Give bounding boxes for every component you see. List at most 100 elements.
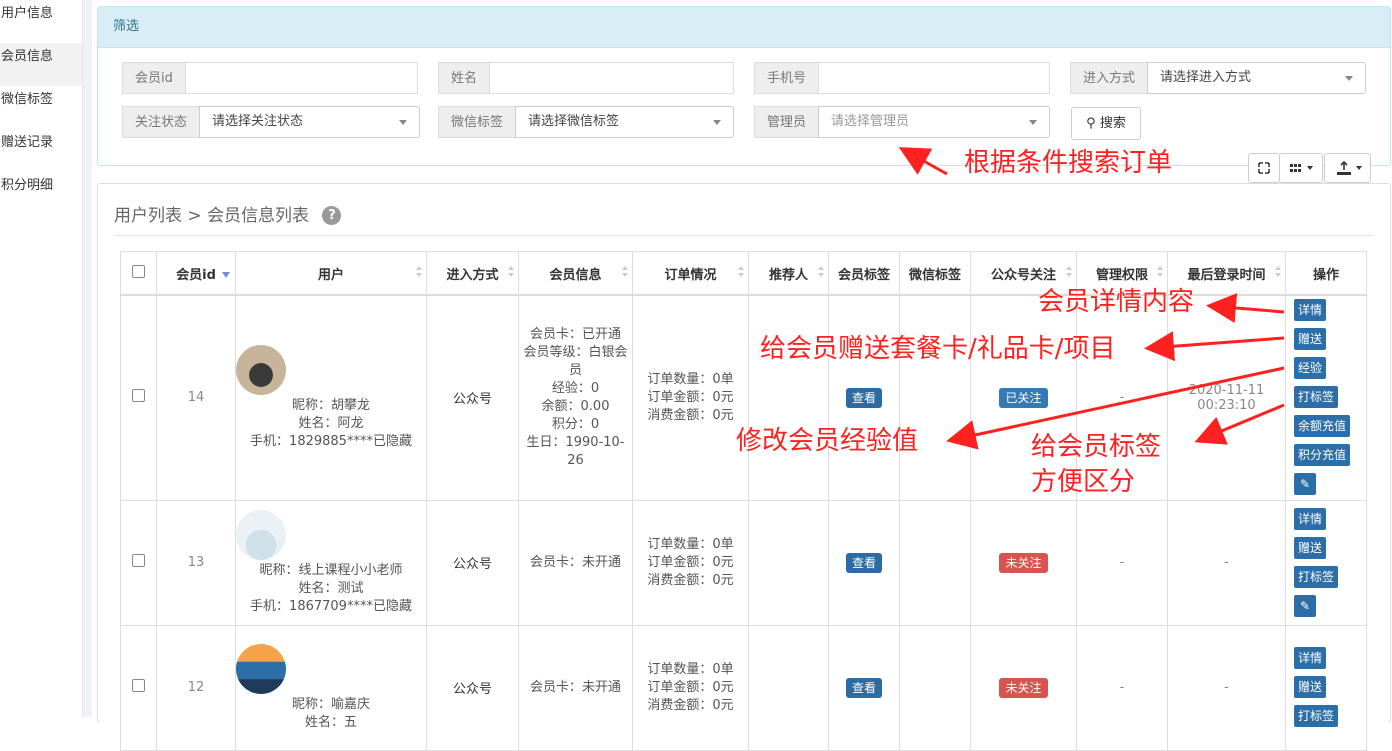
col-label: 订单情况 bbox=[664, 267, 717, 283]
tag-button[interactable]: 打标签 bbox=[1294, 565, 1339, 588]
content-gutter bbox=[83, 0, 92, 717]
table-row: 13 昵称：线上课程小小老师 姓名：测试 手机：1867709****已隐藏 公… bbox=[120, 499, 1367, 626]
tag-button[interactable]: 打标签 bbox=[1294, 386, 1339, 409]
member-table: 会员id 用户 进入方式 会员信息 订单情况 推荐人 会员标签 微信标签 公众号… bbox=[120, 251, 1367, 751]
referrer-cell bbox=[748, 294, 829, 501]
member-card-status: 会员卡：已开通 bbox=[529, 326, 621, 342]
col-label: 公众号关注 bbox=[990, 267, 1056, 283]
grid-icon bbox=[1290, 164, 1313, 172]
col-label: 用户 bbox=[317, 267, 344, 283]
name-filter: 姓名 bbox=[438, 62, 734, 94]
col-label: 会员标签 bbox=[837, 267, 890, 283]
member-exp: 经验：0 bbox=[551, 380, 600, 396]
view-tags-button[interactable]: 查看 bbox=[845, 677, 882, 698]
export-icon bbox=[1337, 160, 1362, 175]
member-id-cell: 14 bbox=[156, 294, 236, 501]
col-wechat-tag: 微信标签 bbox=[899, 251, 971, 296]
col-entry[interactable]: 进入方式 bbox=[426, 251, 519, 296]
follow-select[interactable]: 请选择关注状态 bbox=[199, 106, 420, 138]
export-button[interactable] bbox=[1324, 153, 1371, 183]
wechat-tag-cell bbox=[899, 499, 971, 626]
sidebar-item-gift-records[interactable]: 赠送记录 bbox=[0, 129, 82, 172]
user-name: 姓名：测试 bbox=[298, 580, 364, 596]
detail-button[interactable]: 详情 bbox=[1294, 507, 1327, 530]
member-tag-cell: 查看 bbox=[828, 499, 900, 626]
sidebar-item-user-info[interactable]: 用户信息 bbox=[0, 0, 82, 43]
gift-button[interactable]: 赠送 bbox=[1294, 328, 1327, 351]
search-button[interactable]: ⚲ 搜索 bbox=[1071, 107, 1141, 140]
actions-cell: 详情 赠送 经验 打标签 余额充值 积分充值 ✎ bbox=[1285, 294, 1367, 501]
filter-title: 筛选 bbox=[98, 7, 1390, 48]
chevron-down-icon bbox=[713, 120, 721, 125]
edit-button[interactable]: ✎ bbox=[1294, 594, 1316, 617]
phone-filter: 手机号 bbox=[754, 62, 1050, 94]
sidebar-item-points-detail[interactable]: 积分明细 bbox=[0, 172, 82, 215]
col-label: 操作 bbox=[1312, 267, 1339, 283]
breadcrumb-parent[interactable]: 用户列表 bbox=[114, 206, 182, 226]
entry-filter: 进入方式 请选择进入方式 bbox=[1070, 62, 1366, 94]
select-all-checkbox[interactable] bbox=[132, 264, 145, 278]
wechat-tag-select[interactable]: 请选择微信标签 bbox=[515, 106, 734, 138]
col-label: 推荐人 bbox=[768, 267, 808, 283]
orders-cell: 订单数量：0单 订单金额：0元 消费金额：0元 bbox=[632, 294, 749, 501]
exp-button[interactable]: 经验 bbox=[1294, 357, 1327, 380]
col-orders[interactable]: 订单情况 bbox=[632, 251, 749, 296]
gift-button[interactable]: 赠送 bbox=[1294, 676, 1327, 698]
follow-status-badge: 未关注 bbox=[999, 552, 1048, 573]
fullscreen-icon bbox=[1258, 162, 1270, 174]
edit-button[interactable]: ✎ bbox=[1294, 473, 1316, 496]
detail-button[interactable]: 详情 bbox=[1294, 647, 1327, 669]
sidebar-item-wechat-tags[interactable]: 微信标签 bbox=[0, 86, 82, 129]
col-user[interactable]: 用户 bbox=[235, 251, 427, 296]
orders-cell: 订单数量：0单 订单金额：0元 消费金额：0元 bbox=[632, 624, 749, 751]
table-row: 12 昵称：喻嘉庆 姓名：五 公众号 会员卡：未开通 订单数量：0单 订单金额：… bbox=[120, 624, 1367, 751]
user-cell: 昵称：胡攀龙 姓名：阿龙 手机：1829885****已隐藏 bbox=[235, 294, 427, 501]
order-amount: 订单金额：0元 bbox=[647, 679, 734, 695]
sidebar-item-member-info[interactable]: 会员信息 bbox=[0, 43, 82, 86]
balance-recharge-button[interactable]: 余额充值 bbox=[1294, 415, 1351, 438]
col-member-id[interactable]: 会员id bbox=[156, 251, 236, 296]
help-icon[interactable]: ? bbox=[322, 206, 342, 225]
row-checkbox[interactable] bbox=[132, 554, 145, 567]
member-birthday: 生日：1990-10-26 bbox=[526, 434, 625, 468]
user-phone: 手机：1867709****已隐藏 bbox=[250, 598, 412, 614]
view-tags-button[interactable]: 查看 bbox=[845, 387, 882, 408]
wechat-tag-select-value: 请选择微信标签 bbox=[528, 114, 620, 129]
entry-label: 进入方式 bbox=[1070, 62, 1148, 94]
columns-button[interactable] bbox=[1279, 153, 1323, 183]
annotation-detail: 会员详情内容 bbox=[1038, 287, 1195, 317]
view-tags-button[interactable]: 查看 bbox=[845, 552, 882, 573]
breadcrumb-current: 会员信息列表 bbox=[207, 206, 310, 226]
follow-cell: 未关注 bbox=[970, 499, 1077, 626]
fullscreen-button[interactable] bbox=[1248, 153, 1280, 183]
divider bbox=[114, 235, 1374, 236]
member-id-filter: 会员id bbox=[122, 62, 418, 94]
search-icon: ⚲ bbox=[1086, 116, 1096, 131]
points-recharge-button[interactable]: 积分充值 bbox=[1294, 444, 1351, 467]
chevron-down-icon bbox=[1345, 76, 1353, 81]
col-label: 管理权限 bbox=[1095, 267, 1148, 283]
detail-button[interactable]: 详情 bbox=[1294, 299, 1327, 322]
edit-icon: ✎ bbox=[1299, 598, 1311, 613]
avatar bbox=[236, 643, 286, 694]
entry-select[interactable]: 请选择进入方式 bbox=[1147, 62, 1366, 94]
admin-select[interactable]: 请选择管理员 bbox=[818, 106, 1050, 138]
user-phone: 手机：1829885****已隐藏 bbox=[250, 433, 412, 449]
col-referrer[interactable]: 推荐人 bbox=[748, 251, 829, 296]
row-checkbox[interactable] bbox=[132, 389, 145, 403]
select-all-cell bbox=[120, 251, 157, 296]
row-checkbox[interactable] bbox=[132, 679, 145, 692]
col-member-tag: 会员标签 bbox=[828, 251, 900, 296]
spend-amount: 消费金额：0元 bbox=[647, 407, 734, 423]
phone-input[interactable] bbox=[818, 62, 1050, 94]
admin-label: 管理员 bbox=[754, 106, 819, 138]
member-points: 积分：0 bbox=[551, 416, 600, 432]
name-input[interactable] bbox=[489, 62, 734, 94]
member-id-label: 会员id bbox=[122, 62, 185, 94]
tag-button[interactable]: 打标签 bbox=[1294, 705, 1339, 727]
breadcrumb: 用户列表 > 会员信息列表 ? bbox=[114, 201, 342, 226]
member-id-input[interactable] bbox=[184, 62, 418, 94]
gift-button[interactable]: 赠送 bbox=[1294, 536, 1327, 559]
col-member-info[interactable]: 会员信息 bbox=[518, 251, 633, 296]
wechat-tag-filter: 微信标签 请选择微信标签 bbox=[438, 106, 734, 138]
